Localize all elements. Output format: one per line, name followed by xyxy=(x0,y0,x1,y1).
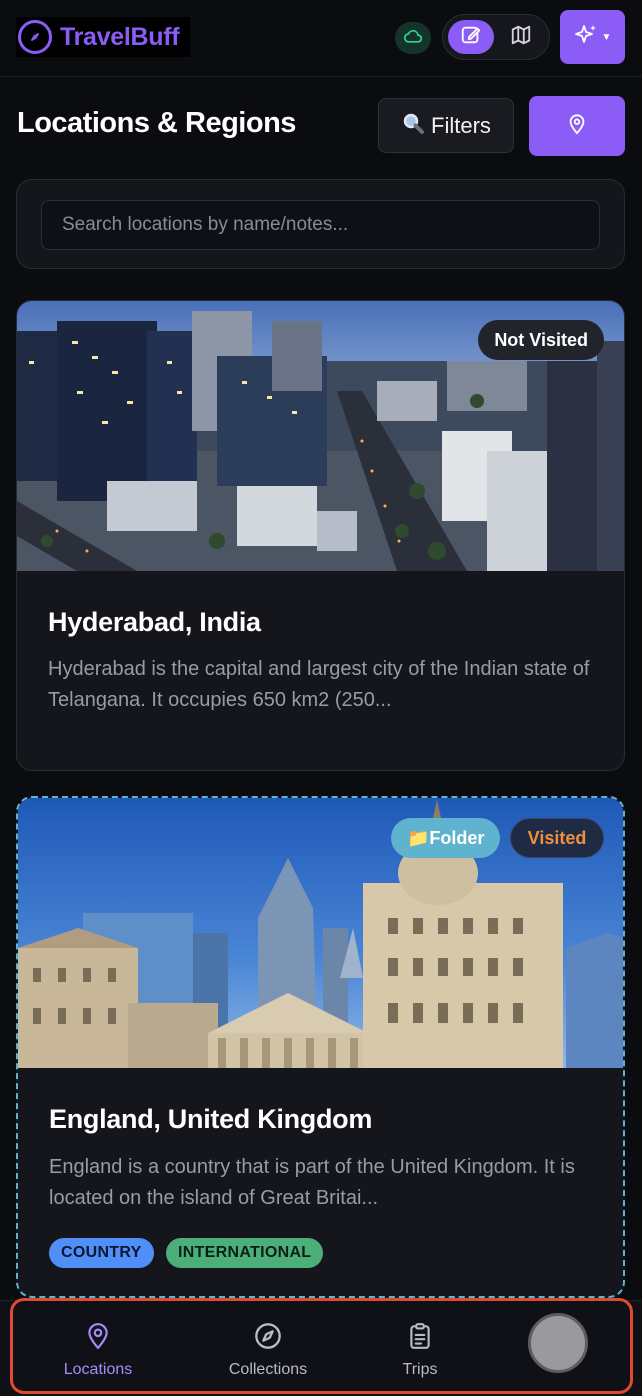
add-location-button[interactable] xyxy=(529,96,625,156)
page-title: Locations & Regions xyxy=(17,107,296,139)
sparkles-icon xyxy=(574,23,598,52)
view-toggle xyxy=(442,14,550,60)
location-description: England is a country that is part of the… xyxy=(49,1156,575,1209)
tag-badge: COUNTRY xyxy=(49,1238,154,1268)
top-bar: TravelBuff ▼ xyxy=(0,0,642,77)
compass-icon xyxy=(18,20,52,54)
cloud-sync-button[interactable] xyxy=(395,22,431,54)
edit-icon xyxy=(460,24,482,51)
chevron-down-icon: ▼ xyxy=(601,31,612,43)
map-pin-icon xyxy=(566,112,588,141)
map-icon xyxy=(510,24,532,51)
app-logo[interactable]: TravelBuff xyxy=(16,17,190,57)
map-view-button[interactable] xyxy=(499,20,545,54)
cloud-sync-icon xyxy=(403,28,423,49)
folder-badge[interactable]: 📁Folder xyxy=(391,818,501,858)
ai-menu-button[interactable]: ▼ xyxy=(560,10,625,64)
app-name: TravelBuff xyxy=(60,22,180,51)
status-badge: Not Visited xyxy=(478,320,604,360)
location-title: Hyderabad, India xyxy=(48,607,261,637)
search-icon xyxy=(401,111,425,141)
nav-highlight-outline xyxy=(10,1298,633,1394)
status-badge: Visited xyxy=(510,818,604,858)
search-input[interactable] xyxy=(41,200,600,250)
location-card[interactable]: 📁Folder Visited England, United Kingdom … xyxy=(16,796,625,1298)
location-card[interactable]: Not Visited Hyderabad, India Hyderabad i… xyxy=(16,300,625,771)
edit-view-button[interactable] xyxy=(448,20,494,54)
search-panel xyxy=(16,179,625,269)
tag-badge: INTERNATIONAL xyxy=(166,1238,324,1268)
location-description: Hyderabad is the capital and largest cit… xyxy=(48,658,590,711)
filters-button[interactable]: Filters xyxy=(378,98,514,153)
filters-label: Filters xyxy=(431,112,491,138)
location-title: England, United Kingdom xyxy=(49,1104,373,1134)
